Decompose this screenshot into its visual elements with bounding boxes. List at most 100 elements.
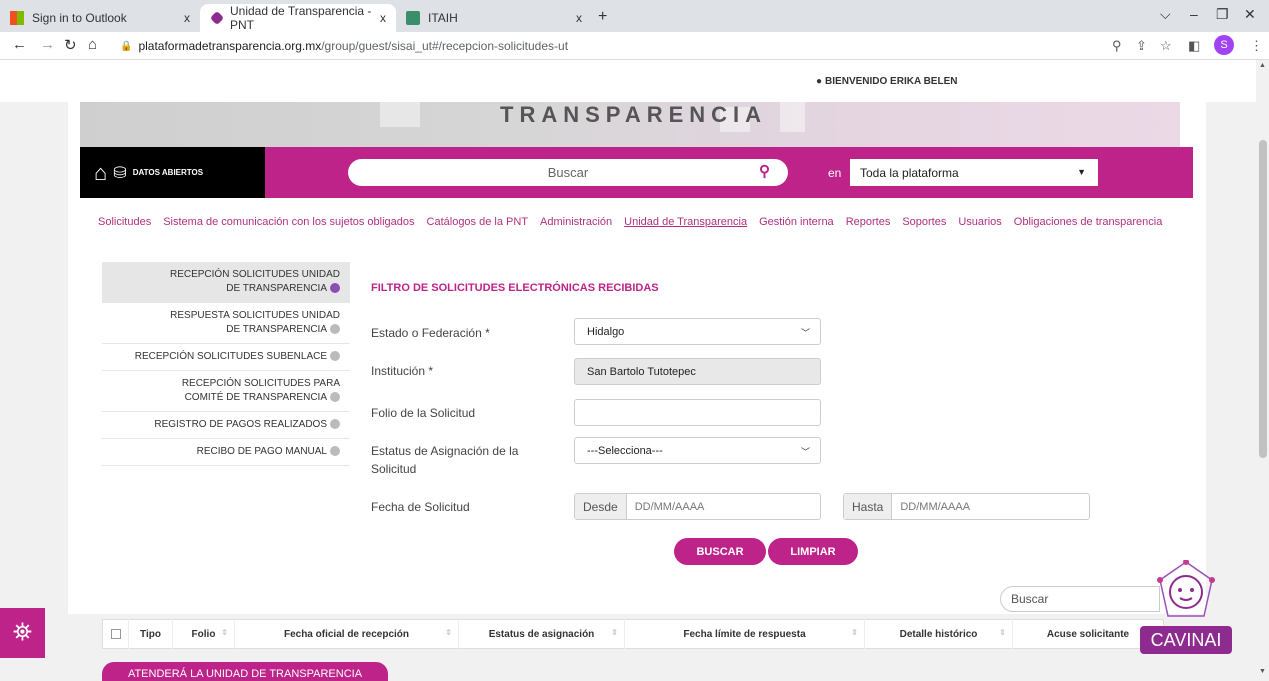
menu-icon[interactable]: ⋮ bbox=[1250, 38, 1263, 54]
close-icon[interactable]: x bbox=[380, 11, 386, 25]
circle-icon bbox=[330, 446, 340, 457]
sidebar-item-recepcion-ut[interactable]: RECEPCIÓN SOLICITUDES UNIDAD DE TRANSPAR… bbox=[102, 262, 350, 303]
menu-item-administracion[interactable]: Administración bbox=[540, 216, 612, 228]
cavinai-widget[interactable]: CAVINAI bbox=[1140, 560, 1232, 660]
scope-value: Toda la plataforma bbox=[860, 165, 959, 180]
main-menu: Solicitudes Sistema de comunicación con … bbox=[98, 216, 1174, 228]
tab-itaih[interactable]: ITAIH x bbox=[396, 4, 592, 32]
tab-title: Sign in to Outlook bbox=[32, 11, 127, 25]
cavinai-label: CAVINAI bbox=[1140, 626, 1232, 654]
pnt-logo-icon bbox=[209, 10, 225, 26]
col-detalle-historico[interactable]: Detalle histórico ⇕ bbox=[865, 619, 1013, 649]
sort-icon: ⇕ bbox=[851, 628, 858, 637]
buscar-button[interactable]: BUSCAR bbox=[674, 538, 766, 565]
sidebar-item-comite[interactable]: RECEPCIÓN SOLICITUDES PARA COMITÉ DE TRA… bbox=[102, 371, 350, 412]
menu-item-gestion-interna[interactable]: Gestión interna bbox=[759, 216, 834, 228]
estado-value: Hidalgo bbox=[587, 325, 625, 338]
search-placeholder: Buscar bbox=[547, 165, 589, 180]
table-search-input[interactable]: Buscar bbox=[1000, 586, 1160, 612]
share-icon[interactable]: ⇪ bbox=[1136, 38, 1147, 54]
sidebar-item-registro-pagos[interactable]: REGISTRO DE PAGOS REALIZADOS bbox=[102, 412, 350, 439]
folio-label: Folio de la Solicitud bbox=[371, 406, 476, 420]
sidebar-item-subenlace[interactable]: RECEPCIÓN SOLICITUDES SUBENLACE bbox=[102, 344, 350, 371]
institucion-value: San Bartolo Tutotepec bbox=[587, 365, 696, 378]
banner-title: TRANSPARENCIA bbox=[500, 102, 768, 127]
menu-item-soportes[interactable]: Soportes bbox=[902, 216, 946, 228]
lock-icon: 🔒 bbox=[120, 40, 133, 52]
col-fecha-limite[interactable]: Fecha límite de respuesta ⇕ bbox=[625, 619, 865, 649]
menu-item-unidad-transparencia[interactable]: Unidad de Transparencia bbox=[624, 216, 747, 228]
col-folio[interactable]: Folio ⇕ bbox=[173, 619, 235, 649]
bookmark-star-icon[interactable]: ☆ bbox=[1160, 38, 1172, 54]
url-path: /group/guest/sisai_ut#/recepcion-solicit… bbox=[321, 39, 569, 53]
scroll-down-icon[interactable]: ▼ bbox=[1259, 668, 1266, 675]
back-icon[interactable]: ← bbox=[12, 36, 27, 53]
home-icon[interactable]: ⌂ bbox=[88, 36, 97, 53]
tab-pnt[interactable]: Unidad de Transparencia - PNT x bbox=[200, 4, 396, 32]
forward-icon[interactable]: → bbox=[40, 36, 55, 53]
date-placeholder: DD/MM/AAAA bbox=[634, 500, 705, 513]
menu-item-reportes[interactable]: Reportes bbox=[846, 216, 891, 228]
sidebar-item-label: REGISTRO DE PAGOS REALIZADOS bbox=[154, 419, 327, 430]
page-scrollbar[interactable]: ▲ ▼ bbox=[1256, 60, 1269, 681]
chevron-down-icon: ﹀ bbox=[800, 328, 810, 338]
tab-outlook[interactable]: Sign in to Outlook x bbox=[0, 4, 200, 32]
sidebar-item-label: RESPUESTA SOLICITUDES UNIDAD DE TRANSPAR… bbox=[170, 310, 340, 335]
col-tipo[interactable]: Tipo bbox=[129, 619, 173, 649]
url-input[interactable]: 🔒 plataformadetransparencia.org.mx /grou… bbox=[112, 35, 1172, 57]
menu-item-sistema-comunicacion[interactable]: Sistema de comunicación con los sujetos … bbox=[163, 216, 414, 228]
search-scope-select[interactable]: Toda la plataforma ▼ bbox=[850, 159, 1098, 186]
reload-icon[interactable]: ↻ bbox=[64, 36, 77, 54]
close-icon[interactable]: x bbox=[576, 11, 582, 25]
menu-item-usuarios[interactable]: Usuarios bbox=[958, 216, 1001, 228]
accessibility-button[interactable]: ⛯ bbox=[0, 608, 45, 658]
menu-item-catalogos[interactable]: Catálogos de la PNT bbox=[427, 216, 529, 228]
restore-icon[interactable]: ❐ bbox=[1216, 6, 1229, 23]
sidebar-item-respuesta-ut[interactable]: RESPUESTA SOLICITUDES UNIDAD DE TRANSPAR… bbox=[102, 303, 350, 344]
profile-avatar[interactable]: S bbox=[1214, 35, 1234, 55]
estatus-select[interactable]: ---Selecciona--- ﹀ bbox=[574, 437, 821, 464]
tab-title: ITAIH bbox=[428, 11, 458, 25]
tab-search-icon[interactable]: ⌵ bbox=[1160, 6, 1171, 23]
sidepanel-icon[interactable]: ◧ bbox=[1188, 38, 1200, 54]
close-window-icon[interactable]: ✕ bbox=[1244, 6, 1256, 23]
col-estatus[interactable]: Estatus de asignación ⇕ bbox=[459, 619, 625, 649]
estado-label: Estado o Federación * bbox=[371, 326, 490, 340]
accessibility-icon: ⛯ bbox=[12, 619, 33, 646]
scroll-up-icon[interactable]: ▲ bbox=[1259, 62, 1266, 69]
folio-input[interactable] bbox=[574, 399, 821, 426]
url-host: plataformadetransparencia.org.mx bbox=[138, 39, 322, 53]
sort-icon: ⇕ bbox=[611, 628, 618, 637]
database-icon: ⛁ bbox=[113, 164, 127, 182]
col-fecha-recepcion[interactable]: Fecha oficial de recepción ⇕ bbox=[235, 619, 459, 649]
tab-title: Unidad de Transparencia - PNT bbox=[230, 4, 372, 32]
top-strip: ● BIENVENIDO ERIKA BELEN bbox=[0, 60, 1256, 102]
circle-icon bbox=[330, 351, 340, 362]
form-title: FILTRO DE SOLICITUDES ELECTRÓNICAS RECIB… bbox=[371, 282, 659, 294]
fecha-label: Fecha de Solicitud bbox=[371, 500, 470, 514]
estado-select[interactable]: Hidalgo ﹀ bbox=[574, 318, 821, 345]
search-icon[interactable]: ⚲ bbox=[759, 162, 770, 180]
close-icon[interactable]: x bbox=[184, 11, 190, 25]
menu-item-solicitudes[interactable]: Solicitudes bbox=[98, 216, 151, 228]
zoom-icon[interactable]: ⚲ bbox=[1112, 38, 1122, 54]
new-tab-button[interactable]: + bbox=[598, 8, 607, 26]
hasta-addon: Hasta bbox=[844, 494, 893, 519]
fecha-desde-input[interactable]: Desde DD/MM/AAAA bbox=[574, 493, 821, 520]
minimize-icon[interactable]: – bbox=[1190, 6, 1198, 22]
chevron-down-icon: ﹀ bbox=[800, 447, 810, 457]
fecha-hasta-input[interactable]: Hasta DD/MM/AAAA bbox=[843, 493, 1090, 520]
home-icon: ⌂ bbox=[94, 159, 108, 185]
table-header: Tipo Folio ⇕ Fecha oficial de recepción ⇕ … bbox=[102, 619, 1164, 649]
menu-item-obligaciones[interactable]: Obligaciones de transparencia bbox=[1014, 216, 1163, 228]
date-placeholder: DD/MM/AAAA bbox=[900, 500, 971, 513]
site-search-input[interactable]: Buscar ⚲ bbox=[348, 159, 788, 186]
limpiar-button[interactable]: LIMPIAR bbox=[768, 538, 858, 565]
sort-icon: ⇕ bbox=[445, 628, 452, 637]
sidebar-item-recibo-pago[interactable]: RECIBO DE PAGO MANUAL bbox=[102, 439, 350, 466]
select-all-checkbox[interactable] bbox=[103, 619, 129, 649]
datos-abiertos-link[interactable]: ⌂ ⛁ DATOS ABIERTOS bbox=[80, 147, 265, 198]
circle-icon bbox=[330, 419, 340, 430]
scrollbar-thumb[interactable] bbox=[1259, 140, 1267, 458]
main-content: TRANSPARENCIA ⌂ ⛁ DATOS ABIERTOS Buscar … bbox=[68, 102, 1206, 614]
